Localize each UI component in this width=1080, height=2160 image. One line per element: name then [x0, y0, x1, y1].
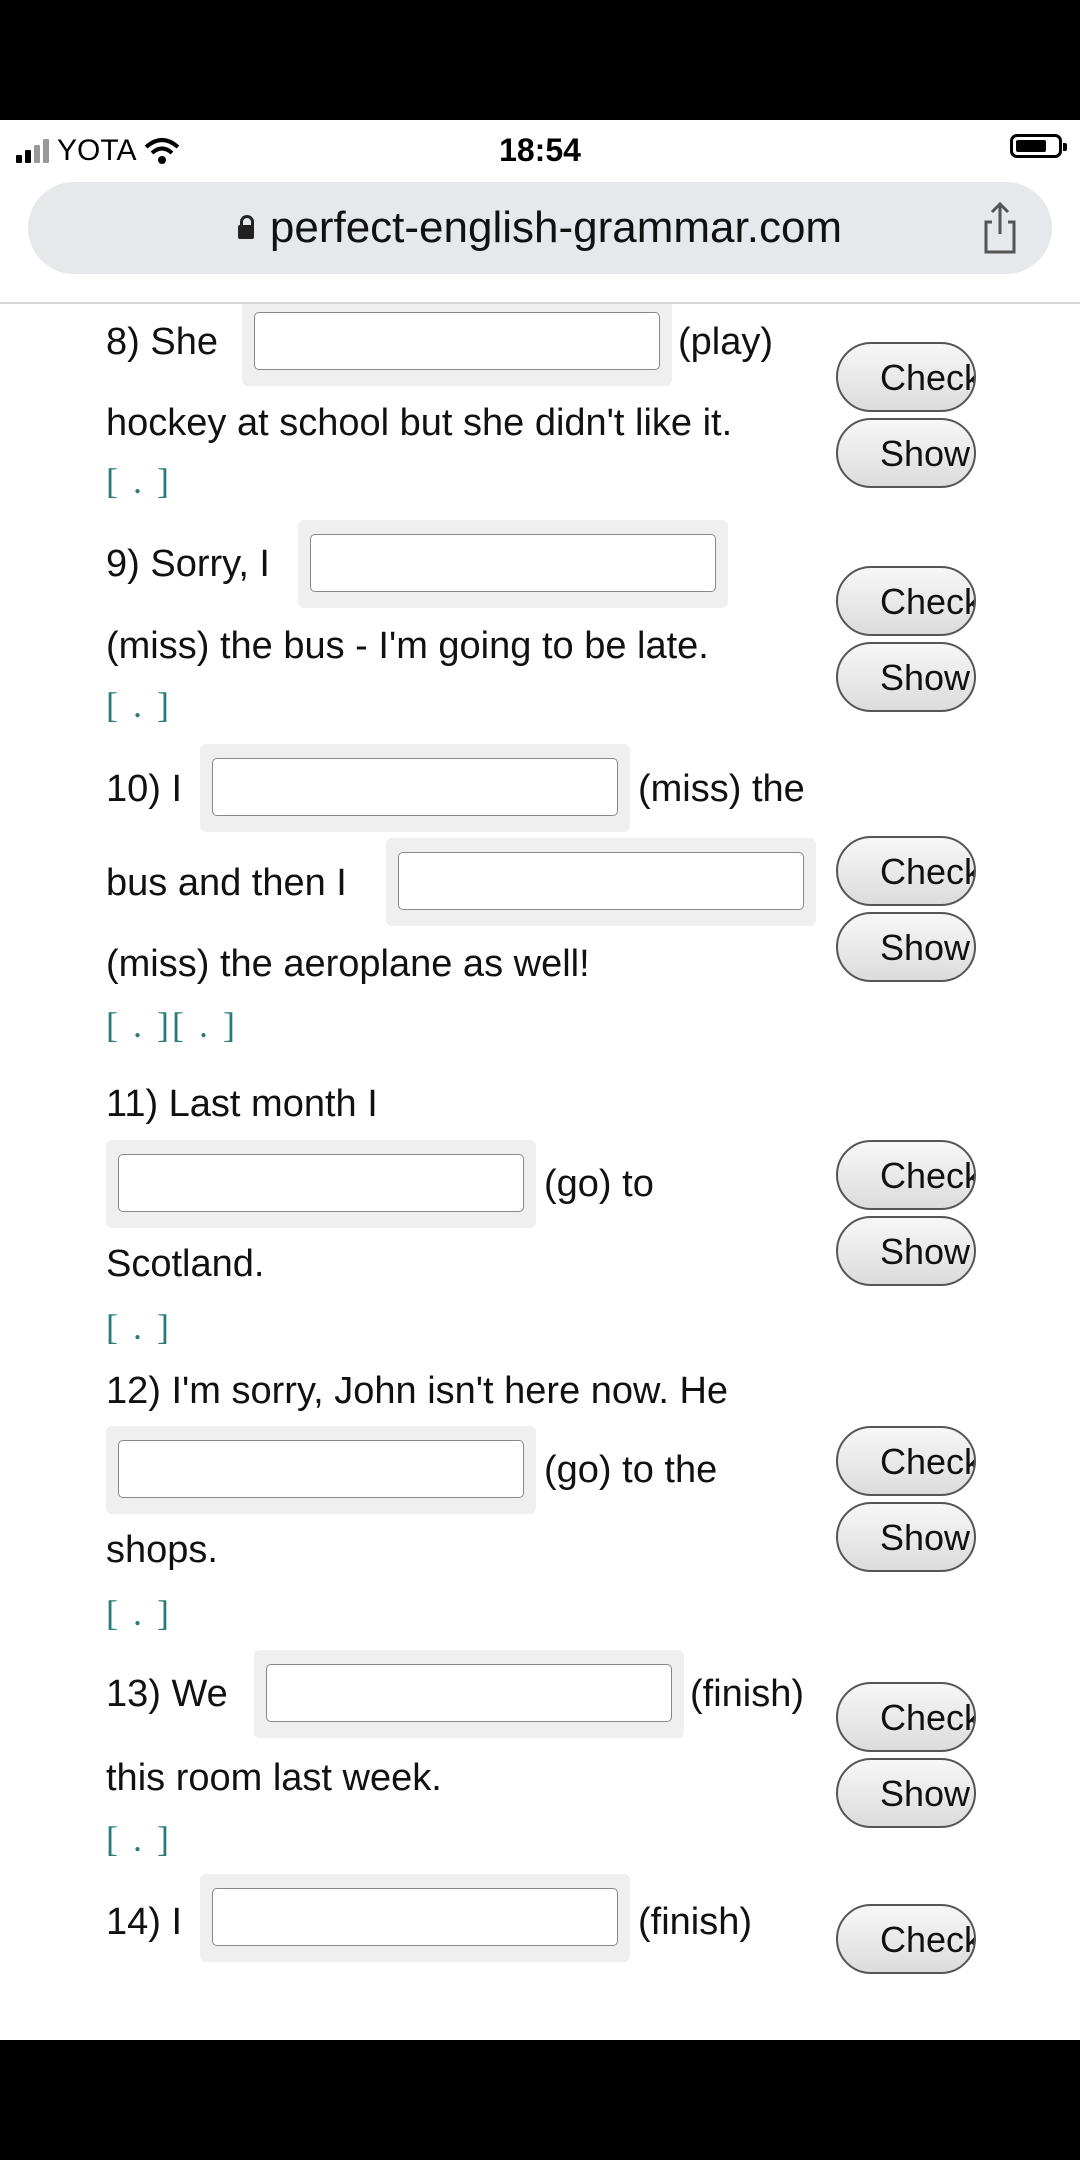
exercise-12-show-button[interactable]: Show: [836, 1502, 976, 1572]
address-bar[interactable]: perfect-english-grammar.com: [28, 182, 1052, 274]
exercise-11-verb: (go) to: [544, 1163, 654, 1205]
exercise-9-suffix: (miss) the bus - I'm going to be late.: [106, 625, 709, 667]
url-text: perfect-english-grammar.com: [269, 203, 843, 252]
exercise-14-verb: (finish): [638, 1901, 753, 1943]
battery-icon: [1010, 134, 1067, 158]
exercise-10-answer-box-1: [200, 744, 630, 832]
exercise-8-show-button[interactable]: Show: [836, 418, 976, 488]
exercise-14-check-button[interactable]: Check: [836, 1904, 976, 1974]
exercise-12-check-button[interactable]: Check: [836, 1426, 976, 1496]
exercise-10-hint: [ . ][ . ]: [106, 1005, 238, 1045]
exercise-13-prefix: 13) We: [106, 1673, 228, 1715]
exercise-11-check-button[interactable]: Check: [836, 1140, 976, 1210]
share-icon[interactable]: [980, 200, 1020, 256]
exercise-9-hint: [ . ]: [106, 685, 172, 725]
exercise-8-prefix: 8) She: [106, 321, 218, 363]
exercise-10-prefix: 10) I: [106, 768, 183, 810]
exercise-10-show-button[interactable]: Show: [836, 912, 976, 982]
exercise-10-answer-input-2[interactable]: [398, 852, 804, 910]
exercise-11-answer-box: [106, 1140, 536, 1228]
exercise-12-suffix: shops.: [106, 1529, 218, 1571]
exercise-13-show-button[interactable]: Show: [836, 1758, 976, 1828]
exercise-13-check-button[interactable]: Check: [836, 1682, 976, 1752]
exercise-11-prefix: 11) Last month I: [106, 1083, 378, 1125]
exercise-12-hint: [ . ]: [106, 1593, 172, 1633]
exercise-8-check-button[interactable]: Check: [836, 342, 976, 412]
exercise-12-answer-input[interactable]: [118, 1440, 524, 1498]
exercise-14-prefix: 14) I: [106, 1901, 183, 1943]
lock-icon: [237, 215, 254, 239]
exercise-14-answer-input[interactable]: [212, 1888, 618, 1946]
exercise-12-answer-box: [106, 1426, 536, 1514]
exercise-11-answer-input[interactable]: [118, 1154, 524, 1212]
exercise-8-suffix: hockey at school but she didn't like it.: [106, 402, 733, 444]
exercise-8-hint: [ . ]: [106, 461, 172, 501]
exercise-10-answer-box-2: [386, 838, 816, 926]
exercise-11-hint: [ . ]: [106, 1307, 172, 1347]
clock: 18:54: [499, 132, 581, 168]
exercise-10-check-button[interactable]: Check: [836, 836, 976, 906]
exercise-13-verb: (finish): [690, 1673, 805, 1715]
exercise-11-suffix: Scotland.: [106, 1243, 265, 1285]
exercise-9-answer-input[interactable]: [310, 534, 716, 592]
exercise-list: 8) She (play) Check hockey at school but…: [0, 304, 1080, 2040]
exercise-13-answer-input[interactable]: [266, 1664, 672, 1722]
exercise-11-show-button[interactable]: Show: [836, 1216, 976, 1286]
exercise-12-prefix: 12) I'm sorry, John isn't here now. He: [106, 1370, 729, 1412]
exercise-10-suffix: (miss) the aeroplane as well!: [106, 943, 590, 985]
exercise-8-verb: (play): [678, 321, 774, 363]
exercise-10-answer-input-1[interactable]: [212, 758, 618, 816]
exercise-13-suffix: this room last week.: [106, 1757, 442, 1799]
phone-screen: YOTA 18:54 perfect-english-grammar.com 8…: [0, 120, 1080, 2040]
exercise-9-prefix: 9) Sorry, I: [106, 543, 270, 585]
exercise-13-answer-box: [254, 1650, 684, 1738]
exercise-12-verb: (go) to the: [544, 1449, 718, 1491]
exercise-9-answer-box: [298, 520, 728, 608]
exercise-14-answer-box: [200, 1874, 630, 1962]
exercise-13-hint: [ . ]: [106, 1819, 172, 1859]
exercise-10-middle: (miss) the: [638, 768, 805, 810]
exercise-8-answer-box: [242, 304, 672, 386]
exercise-9-check-button[interactable]: Check: [836, 566, 976, 636]
exercise-8-answer-input[interactable]: [254, 312, 660, 370]
exercise-9-show-button[interactable]: Show: [836, 642, 976, 712]
exercise-10-connector: bus and then I: [106, 862, 347, 904]
